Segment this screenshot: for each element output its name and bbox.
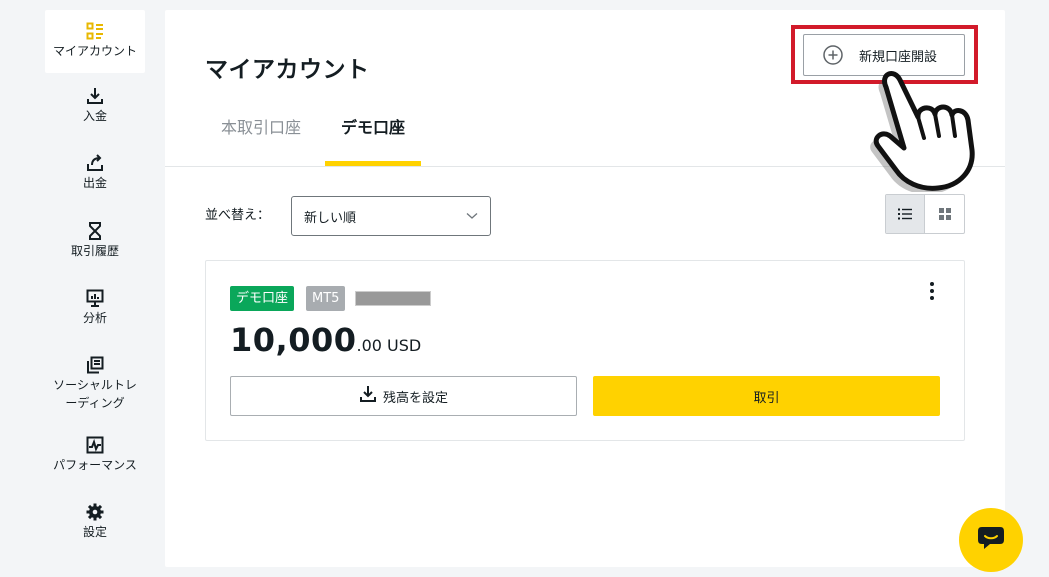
trade-label: 取引 <box>753 390 780 406</box>
sidebar-item-history[interactable]: 取引履歴 <box>45 220 145 276</box>
sidebar-item-analytics[interactable]: 分析 <box>45 287 145 343</box>
sidebar-item-label-line1: ソーシャルトレ <box>53 378 137 392</box>
page-title: マイアカウント <box>205 57 370 83</box>
dashboard-icon <box>86 20 104 42</box>
set-balance-label: 残高を設定 <box>382 390 448 406</box>
analytics-icon <box>86 287 104 309</box>
grid-icon <box>938 205 951 224</box>
download-icon <box>86 85 104 107</box>
sidebar-item-label: 設定 <box>82 525 107 539</box>
chevron-down-icon <box>466 209 478 224</box>
list-icon <box>898 205 912 224</box>
sidebar-item-label: マイアカウント <box>52 44 137 58</box>
demo-badge: デモ口座 <box>230 286 295 311</box>
set-balance-button[interactable]: 残高を設定 <box>230 376 577 416</box>
chat-bubble-icon <box>976 524 1006 556</box>
sidebar-item-label: 取引履歴 <box>70 244 119 258</box>
sort-label: 並べ替え： <box>205 208 271 223</box>
sidebar-item-withdraw[interactable]: 出金 <box>45 152 145 208</box>
kebab-menu-icon <box>929 281 935 305</box>
redacted-account-number <box>355 291 431 306</box>
app-root: マイアカウント 入金 出金 取引履歴 分析 ソーシャルトレ ーディング パフォー… <box>0 0 1049 577</box>
performance-icon <box>86 434 104 456</box>
sidebar-item-performance[interactable]: パフォーマンス <box>45 434 145 490</box>
list-view-button[interactable] <box>886 195 926 233</box>
balance-currency: USD <box>387 336 422 355</box>
sidebar-item-label: パフォーマンス <box>53 458 137 472</box>
balance-decimals: .00 <box>356 336 382 355</box>
grid-view-button[interactable] <box>925 195 964 233</box>
sort-select[interactable]: 新しい順 <box>291 196 491 236</box>
balance-main: 10,000 <box>230 321 357 359</box>
sidebar-item-label: 入金 <box>82 109 107 123</box>
sidebar-item-label: 分析 <box>82 311 107 325</box>
sidebar-item-label: 出金 <box>82 176 107 190</box>
sidebar-item-settings[interactable]: 設定 <box>45 501 145 557</box>
tab-demo-account[interactable]: デモ口座 <box>341 114 405 138</box>
tab-real-account[interactable]: 本取引口座 <box>221 114 301 138</box>
sidebar-item-my-account[interactable]: マイアカウント <box>45 10 145 73</box>
account-balance: 10,000.00 USD <box>230 321 421 359</box>
sidebar: マイアカウント 入金 出金 取引履歴 分析 ソーシャルトレ ーディング パフォー… <box>45 10 145 557</box>
upload-icon <box>86 152 104 174</box>
chat-button[interactable] <box>959 508 1023 572</box>
copy-icon <box>86 354 104 376</box>
plus-circle-icon <box>823 45 843 65</box>
sidebar-item-social-trading[interactable]: ソーシャルトレ ーディング <box>45 354 145 424</box>
sidebar-item-deposit[interactable]: 入金 <box>45 85 145 141</box>
download-icon <box>359 385 383 407</box>
sort-selected-value: 新しい順 <box>304 210 357 226</box>
view-mode-toggle <box>885 194 965 234</box>
platform-badge: MT5 <box>306 286 346 311</box>
account-card: デモ口座 MT5 10,000.00 USD 残高を設定 取引 <box>205 260 965 441</box>
more-options-button[interactable] <box>920 281 944 305</box>
gear-icon <box>86 501 104 523</box>
pointing-hand-icon <box>860 62 985 195</box>
trade-button[interactable]: 取引 <box>593 376 940 416</box>
hourglass-icon <box>87 220 103 242</box>
sidebar-item-label-line2: ーディング <box>65 396 125 410</box>
